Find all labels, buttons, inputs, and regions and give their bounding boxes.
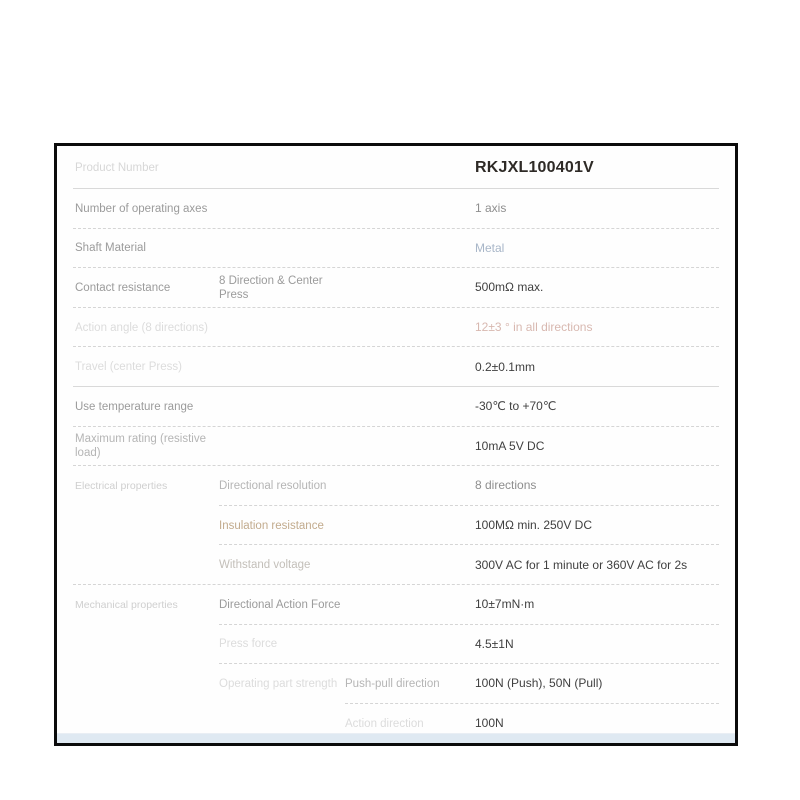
- row-value-use-temperature-range: -30℃ to +70℃: [475, 399, 557, 414]
- row-value-product-number: RKJXL100401V: [475, 159, 594, 176]
- table-row: Operating part strength Push-pull directi…: [73, 664, 719, 704]
- bottom-scroll-band[interactable]: [57, 733, 735, 743]
- row-label-electrical-properties: Electrical properties: [75, 479, 168, 492]
- row-value-action-direction: 100N: [475, 716, 504, 731]
- table-row: Use temperature range -30℃ to +70℃: [73, 387, 719, 427]
- row-subitem-8-direction-center-press: 8 Direction & Center Press: [219, 274, 323, 301]
- table-row: Maximum rating (resistive load) 10mA 5V D…: [73, 427, 719, 467]
- row-label-contact-resistance: Contact resistance: [75, 281, 171, 294]
- row-value-shaft-material: Metal: [475, 240, 505, 255]
- table-row: Mechanical properties Directional Action …: [73, 585, 719, 625]
- row-detail-action-direction: Action direction: [345, 717, 424, 730]
- table-row: Withstand voltage 300V AC for 1 minute or…: [73, 545, 719, 585]
- table-row: Press force 4.5±1N: [73, 625, 719, 665]
- row-value-action-angle-8-directions: 12±3 ° in all directions: [475, 320, 593, 335]
- row-subitem-press-force: Press force: [219, 638, 278, 651]
- row-label-maximum-rating-resistive-load: Maximum rating (resistive load): [75, 433, 206, 460]
- table-row: Product Number RKJXL100401V: [73, 146, 719, 189]
- table-row: Shaft Material Metal: [73, 229, 719, 269]
- row-value-insulation-resistance: 100MΩ min. 250V DC: [475, 518, 593, 533]
- row-value-press-force: 4.5±1N: [475, 636, 514, 651]
- table-row: Action angle (8 directions) 12±3 ° in all…: [73, 308, 719, 348]
- row-label-number-of-operating-axes: Number of operating axes: [75, 202, 208, 215]
- row-label-product-number: Product Number: [75, 161, 159, 174]
- table-row: Contact resistance 8 Direction & Center P…: [73, 268, 719, 308]
- spec-card: Product Number RKJXL100401V Number of oper…: [54, 143, 738, 746]
- row-subitem-withstand-voltage: Withstand voltage: [219, 559, 311, 572]
- row-subitem-operating-part-strength: Operating part strength: [219, 677, 338, 690]
- table-row: Number of operating axes 1 axis: [73, 189, 719, 229]
- row-detail-push-pull-direction: Push-pull direction: [345, 677, 440, 690]
- table-row: Electrical properties Directional resolut…: [73, 466, 719, 506]
- spec-rows: Product Number RKJXL100401V Number of oper…: [73, 146, 719, 743]
- row-label-travel-center-press: Travel (center Press): [75, 361, 182, 374]
- row-label-action-angle-8-directions: Action angle (8 directions): [75, 321, 208, 334]
- row-subitem-directional-action-force: Directional Action Force: [219, 598, 341, 611]
- row-value-electrical-properties: 8 directions: [475, 478, 537, 493]
- row-label-mechanical-properties: Mechanical properties: [75, 598, 178, 611]
- table-row: Insulation resistance 100MΩ min. 250V DC: [73, 506, 719, 546]
- row-subitem-directional-resolution: Directional resolution: [219, 479, 327, 492]
- row-label-shaft-material: Shaft Material: [75, 242, 146, 255]
- row-value-number-of-operating-axes: 1 axis: [475, 201, 507, 216]
- row-value-travel-center-press: 0.2±0.1mm: [475, 359, 535, 374]
- row-value-mechanical-properties: 10±7mN·m: [475, 597, 535, 612]
- table-row: Travel (center Press) 0.2±0.1mm: [73, 347, 719, 387]
- row-label-use-temperature-range: Use temperature range: [75, 400, 194, 413]
- row-value-withstand-voltage: 300V AC for 1 minute or 360V AC for 2s: [475, 557, 688, 572]
- spec-table: Product Number RKJXL100401V Number of oper…: [57, 146, 735, 743]
- row-subitem-insulation-resistance: Insulation resistance: [219, 519, 324, 532]
- row-value-maximum-rating-resistive-load: 10mA 5V DC: [475, 438, 545, 453]
- row-value-operating-part-strength: 100N (Push), 50N (Pull): [475, 676, 603, 691]
- row-value-contact-resistance: 500mΩ max.: [475, 280, 544, 295]
